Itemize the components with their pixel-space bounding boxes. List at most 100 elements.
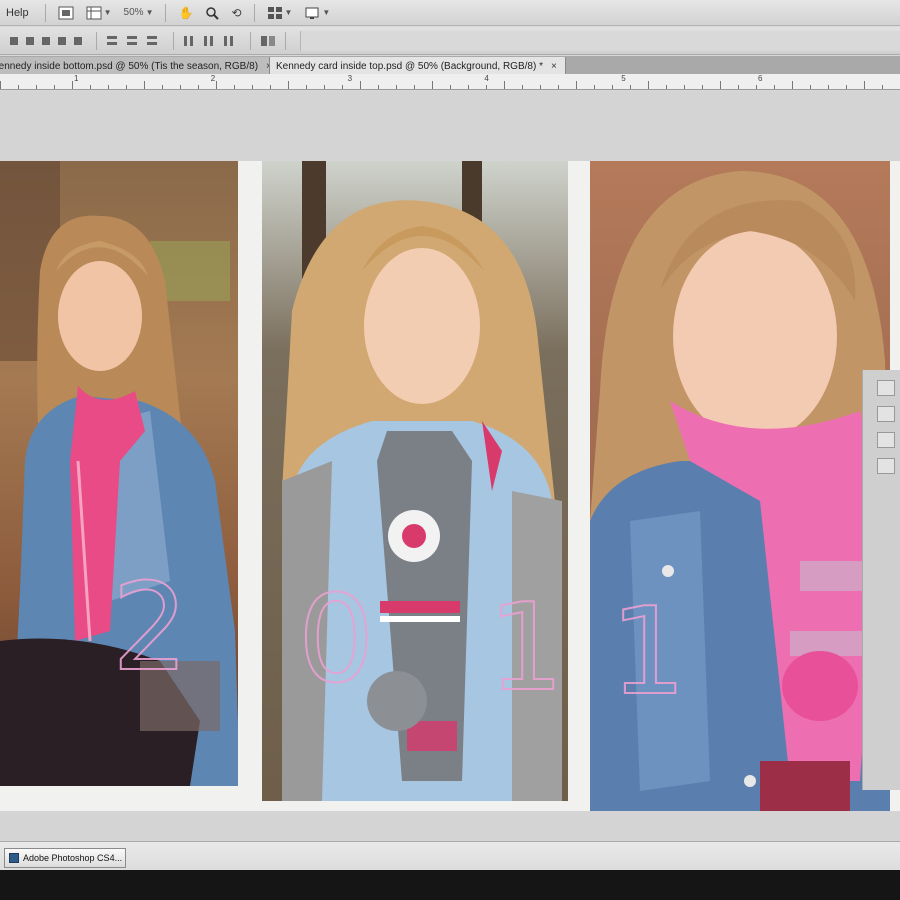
ruler-tick <box>324 85 325 89</box>
options-bar <box>0 27 900 55</box>
ruler-tick <box>0 81 1 89</box>
ruler-tick <box>702 85 703 89</box>
taskbar-photoshop-button[interactable]: Adobe Photoshop CS4... <box>4 848 126 868</box>
ruler-number: 2 <box>210 74 216 83</box>
ruler-tick <box>630 85 631 89</box>
tab-label: Kennedy card inside top.psd @ 50% (Backg… <box>276 61 543 72</box>
ruler-tick <box>252 85 253 89</box>
photo-collage: 2 0 1 1 <box>0 161 900 811</box>
view-extras-icon <box>86 6 102 19</box>
ruler-tick <box>288 81 289 89</box>
year-digit-1b: 1 <box>609 582 687 723</box>
distribute-buttons[interactable] <box>97 34 173 48</box>
distribute-horizontal-buttons[interactable] <box>174 34 250 48</box>
rotate-view-button[interactable]: ⟲ <box>231 3 241 23</box>
caret-down-icon: ▼ <box>103 8 112 17</box>
close-icon[interactable]: × <box>551 61 557 72</box>
ruler-tick <box>144 81 145 89</box>
tab-inside-bottom[interactable]: Kennedy inside bottom.psd @ 50% (Tis the… <box>0 57 270 74</box>
ruler-tick <box>450 85 451 89</box>
ruler-tick <box>306 85 307 89</box>
zoom-level-label: 50% <box>123 7 144 18</box>
ruler-tick <box>576 81 577 89</box>
ruler-tick <box>180 85 181 89</box>
panel-button[interactable] <box>877 380 895 396</box>
ruler-tick <box>666 85 667 89</box>
ruler-tick <box>126 85 127 89</box>
ruler-tick <box>558 85 559 89</box>
tab-inside-top[interactable]: Kennedy card inside top.psd @ 50% (Backg… <box>270 57 566 74</box>
year-digit-0: 0 <box>297 570 375 711</box>
caret-down-icon: ▼ <box>145 8 154 17</box>
ruler-tick <box>504 81 505 89</box>
distribute-icons <box>107 35 157 45</box>
ruler-tick <box>414 85 415 89</box>
ruler-tick <box>612 85 613 89</box>
ruler-tick <box>270 85 271 89</box>
ruler-tick <box>36 85 37 89</box>
ruler-tick <box>378 85 379 89</box>
taskbar-photoshop-label: Adobe Photoshop CS4... <box>23 853 123 863</box>
ruler-tick <box>684 85 685 89</box>
ruler-tick <box>648 81 649 89</box>
ruler-tick <box>828 85 829 89</box>
menu-separator <box>253 3 255 22</box>
caret-down-icon: ▼ <box>322 8 331 17</box>
panel-button[interactable] <box>877 458 895 474</box>
tab-label: Kennedy inside bottom.psd @ 50% (Tis the… <box>0 61 259 72</box>
arrange-documents-button[interactable]: ▼ <box>267 3 292 23</box>
hand-tool-button[interactable]: ✋ <box>178 3 193 23</box>
zoom-level-dropdown[interactable]: 50% ▼ <box>118 7 160 18</box>
panel-button[interactable] <box>877 432 895 448</box>
ruler-tick <box>342 85 343 89</box>
zoom-tool-button[interactable] <box>205 3 220 23</box>
ruler-number: 1 <box>74 74 79 83</box>
horizontal-ruler[interactable]: 1 2 3 4 5 6 <box>0 74 900 90</box>
rotate-view-icon: ⟲ <box>231 5 242 20</box>
year-digit-2: 2 <box>111 558 189 699</box>
auto-align-icon <box>261 35 275 46</box>
ruler-tick <box>360 81 361 89</box>
hand-icon: ✋ <box>178 5 194 20</box>
screen-mode-icon <box>305 7 319 19</box>
auto-align-button[interactable] <box>251 34 285 48</box>
arrange-icon <box>267 6 282 19</box>
ruler-tick <box>846 85 847 89</box>
menu-separator <box>165 3 167 22</box>
ruler-tick <box>756 85 757 89</box>
ruler-tick <box>810 85 811 89</box>
ruler-tick <box>54 85 55 89</box>
screen-mode-button[interactable]: ▼ <box>304 3 330 23</box>
photoshop-icon <box>9 853 19 863</box>
ruler-number: 5 <box>621 74 626 83</box>
align-buttons[interactable] <box>0 34 96 48</box>
document-tab-bar: Kennedy inside bottom.psd @ 50% (Tis the… <box>0 56 900 74</box>
launch-bridge-button[interactable] <box>58 3 74 23</box>
ruler-tick <box>720 81 721 89</box>
ruler-tick <box>432 81 433 89</box>
menu-separator <box>44 3 46 22</box>
ruler-tick <box>234 85 235 89</box>
ruler-tick <box>72 81 73 89</box>
menu-help[interactable]: Help <box>0 7 39 19</box>
menu-bar: Help ▼ 50% ▼ ✋ ⟲ ▼ ▼ <box>0 0 900 26</box>
panel-button[interactable] <box>877 406 895 422</box>
year-digit-1a: 1 <box>487 578 565 719</box>
ruler-tick <box>540 85 541 89</box>
ruler-number: 3 <box>347 74 353 83</box>
options-empty-area <box>300 30 900 51</box>
ruler-tick <box>90 85 91 89</box>
ruler-tick <box>792 81 793 89</box>
zoom-icon <box>206 6 220 20</box>
ruler-tick <box>396 85 397 89</box>
ruler-tick <box>468 85 469 89</box>
align-icons <box>10 36 82 45</box>
ruler-tick <box>18 85 19 89</box>
ruler-tick <box>108 85 109 89</box>
ruler-tick <box>864 81 865 89</box>
ruler-tick <box>774 85 775 89</box>
ruler-tick <box>738 85 739 89</box>
view-extras-button[interactable]: ▼ <box>86 3 112 23</box>
ruler-number: 4 <box>484 74 489 83</box>
document-canvas[interactable]: 2 0 1 1 <box>0 91 900 841</box>
